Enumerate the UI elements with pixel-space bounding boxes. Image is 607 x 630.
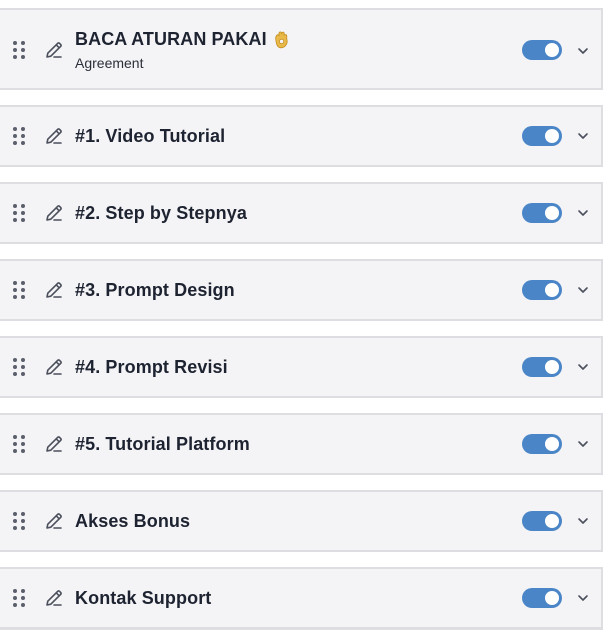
- visibility-toggle[interactable]: [522, 588, 562, 608]
- drag-handle-icon[interactable]: [13, 127, 25, 145]
- pencil-icon[interactable]: [44, 126, 64, 146]
- chevron-down-icon[interactable]: [576, 591, 590, 605]
- link-title: #1. Video Tutorial: [75, 126, 225, 147]
- pencil-icon[interactable]: [44, 357, 64, 377]
- link-text: #1. Video Tutorial: [75, 126, 225, 147]
- toggle-knob: [545, 514, 559, 528]
- chevron-down-icon[interactable]: [576, 437, 590, 451]
- drag-handle-icon[interactable]: [13, 204, 25, 222]
- chevron-down-icon[interactable]: [576, 44, 590, 58]
- link-title: #2. Step by Stepnya: [75, 203, 247, 224]
- visibility-toggle[interactable]: [522, 511, 562, 531]
- visibility-toggle[interactable]: [522, 434, 562, 454]
- drag-handle-icon[interactable]: [13, 41, 25, 59]
- link-title: Akses Bonus: [75, 511, 190, 532]
- visibility-toggle[interactable]: [522, 203, 562, 223]
- pencil-icon[interactable]: [44, 434, 64, 454]
- link-title-text: #4. Prompt Revisi: [75, 357, 228, 377]
- link-text: Kontak Support: [75, 588, 211, 609]
- link-row[interactable]: #2. Step by Stepnya: [0, 182, 603, 244]
- ok-hand-emoji: [274, 30, 288, 48]
- link-text: #3. Prompt Design: [75, 280, 235, 301]
- link-title-text: #5. Tutorial Platform: [75, 434, 250, 454]
- link-title: Kontak Support: [75, 588, 211, 609]
- pencil-icon[interactable]: [44, 203, 64, 223]
- link-title-text: Kontak Support: [75, 588, 212, 608]
- drag-handle-icon[interactable]: [13, 281, 25, 299]
- chevron-down-icon[interactable]: [576, 206, 590, 220]
- link-subtitle: Agreement: [75, 55, 144, 71]
- link-row[interactable]: Akses Bonus: [0, 490, 603, 552]
- visibility-toggle[interactable]: [522, 126, 562, 146]
- link-title-text: Akses Bonus: [75, 511, 191, 531]
- link-title-text: BACA ATURAN PAKAI: [75, 29, 267, 49]
- visibility-toggle[interactable]: [522, 357, 562, 377]
- link-title-text: #3. Prompt Design: [75, 280, 235, 300]
- toggle-knob: [545, 283, 559, 297]
- chevron-down-icon[interactable]: [576, 129, 590, 143]
- pencil-icon[interactable]: [44, 588, 64, 608]
- toggle-knob: [545, 437, 559, 451]
- chevron-down-icon[interactable]: [576, 360, 590, 374]
- link-row[interactable]: #1. Video Tutorial: [0, 105, 603, 167]
- drag-handle-icon[interactable]: [13, 358, 25, 376]
- toggle-knob: [545, 360, 559, 374]
- drag-handle-icon[interactable]: [13, 512, 25, 530]
- toggle-knob: [545, 206, 559, 220]
- link-text: #2. Step by Stepnya: [75, 203, 247, 224]
- toggle-knob: [545, 43, 559, 57]
- link-text: BACA ATURAN PAKAI Agreement: [75, 29, 289, 71]
- toggle-knob: [545, 591, 559, 605]
- link-row[interactable]: #4. Prompt Revisi: [0, 336, 603, 398]
- pencil-icon[interactable]: [44, 40, 64, 60]
- link-text: Akses Bonus: [75, 511, 190, 532]
- link-row[interactable]: BACA ATURAN PAKAI Agreement: [0, 8, 603, 90]
- link-row[interactable]: Kontak Support: [0, 567, 603, 630]
- chevron-down-icon[interactable]: [576, 514, 590, 528]
- link-text: #5. Tutorial Platform: [75, 434, 250, 455]
- toggle-knob: [545, 129, 559, 143]
- chevron-down-icon[interactable]: [576, 283, 590, 297]
- link-title: BACA ATURAN PAKAI: [75, 29, 289, 50]
- link-text: #4. Prompt Revisi: [75, 357, 228, 378]
- link-list: BACA ATURAN PAKAI Agreement #1. Video Tu…: [0, 0, 607, 630]
- pencil-icon[interactable]: [44, 511, 64, 531]
- link-row[interactable]: #3. Prompt Design: [0, 259, 603, 321]
- visibility-toggle[interactable]: [522, 280, 562, 300]
- pencil-icon[interactable]: [44, 280, 64, 300]
- link-row[interactable]: #5. Tutorial Platform: [0, 413, 603, 475]
- drag-handle-icon[interactable]: [13, 589, 25, 607]
- link-title: #4. Prompt Revisi: [75, 357, 228, 378]
- link-title: #5. Tutorial Platform: [75, 434, 250, 455]
- link-title-text: #1. Video Tutorial: [75, 126, 226, 146]
- visibility-toggle[interactable]: [522, 40, 562, 60]
- link-title: #3. Prompt Design: [75, 280, 235, 301]
- drag-handle-icon[interactable]: [13, 435, 25, 453]
- link-title-text: #2. Step by Stepnya: [75, 203, 247, 223]
